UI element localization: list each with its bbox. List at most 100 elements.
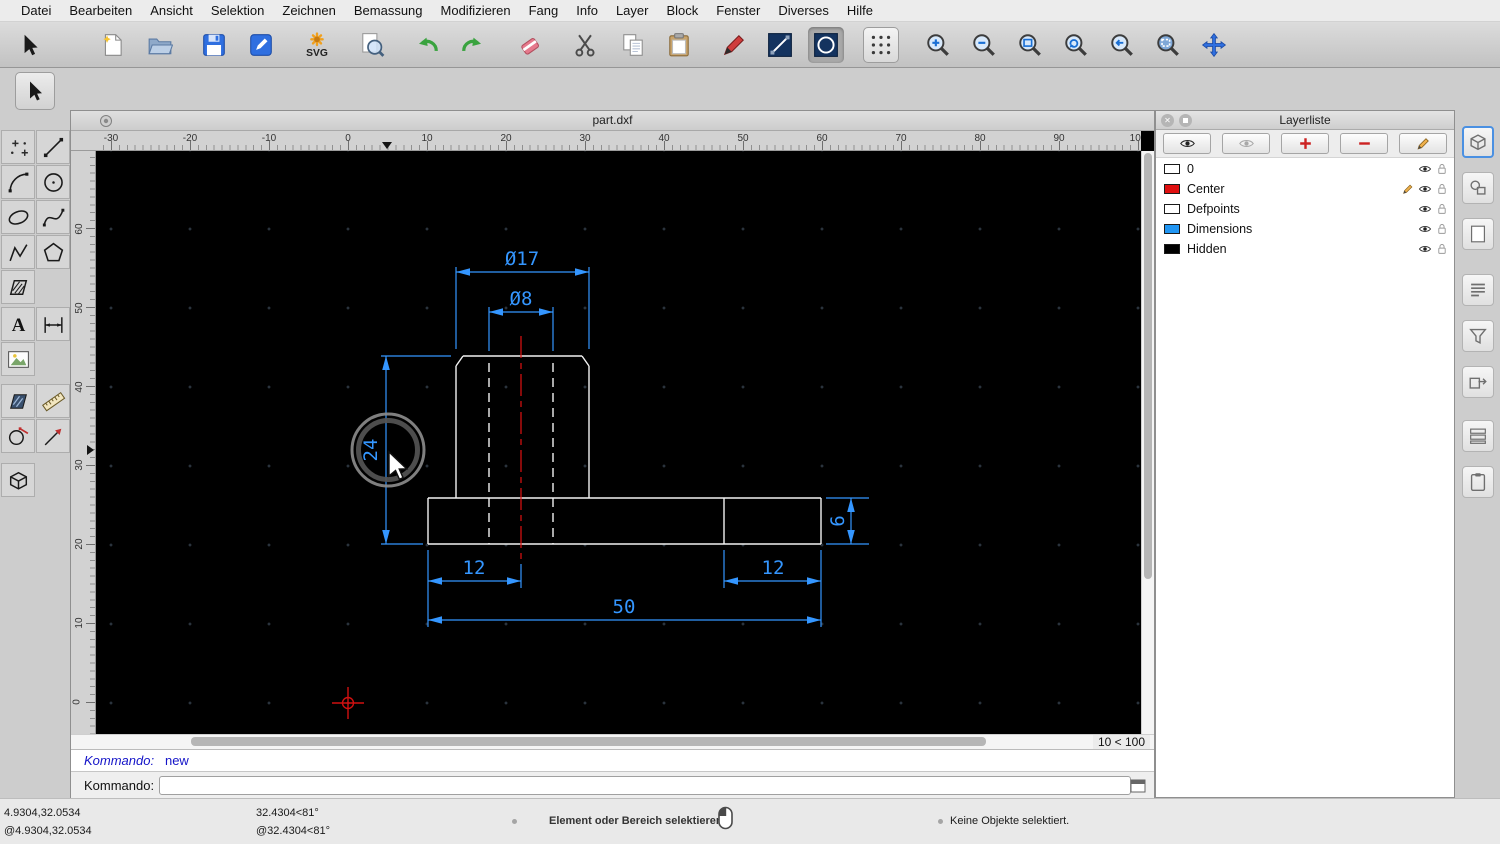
grid-toggle-button[interactable] (863, 27, 899, 63)
menu-item-6[interactable]: Modifizieren (432, 3, 520, 18)
document-titlebar[interactable]: part.dxf (71, 111, 1154, 131)
lock-icon[interactable] (1435, 202, 1449, 216)
measure-tools-button[interactable] (36, 384, 70, 418)
command-input[interactable] (159, 776, 1131, 795)
zoom-previous-button[interactable] (1104, 27, 1140, 63)
layer-row-3[interactable]: Dimensions (1156, 219, 1454, 239)
lock-icon[interactable] (1435, 222, 1449, 236)
svg-export-button[interactable]: SVG (299, 27, 335, 63)
selection-pointer-button[interactable] (12, 27, 48, 63)
part-geometry[interactable] (428, 356, 821, 544)
redo-button[interactable] (455, 27, 491, 63)
dimensions[interactable]: Ø17 Ø8 24 6 (360, 248, 869, 627)
toggle-property-editor-button[interactable] (1462, 126, 1494, 158)
menu-item-8[interactable]: Info (567, 3, 607, 18)
arc-tools-button[interactable] (1, 165, 35, 199)
paste-button[interactable] (661, 27, 697, 63)
layer-row-4[interactable]: Hidden (1156, 239, 1454, 259)
toggle-view-list-button[interactable] (1462, 274, 1494, 306)
toggle-sheet-list-button[interactable] (1462, 218, 1494, 250)
zoom-window-button[interactable] (1150, 27, 1186, 63)
toggle-block-list-button[interactable] (1462, 172, 1494, 204)
delete-button[interactable] (512, 27, 548, 63)
save-as-button[interactable] (243, 27, 279, 63)
fill-tool-button[interactable] (1, 384, 35, 418)
menu-item-1[interactable]: Bearbeiten (60, 3, 141, 18)
hatch-tool-button[interactable] (1, 270, 35, 304)
layer-row-1[interactable]: Center (1156, 179, 1454, 199)
eye-icon[interactable] (1418, 182, 1432, 196)
lock-icon[interactable] (1435, 242, 1449, 256)
layer-row-icons (1418, 222, 1454, 236)
shape-tools-button[interactable] (1, 419, 35, 453)
line-attributes-button[interactable] (762, 27, 798, 63)
zoom-auto-button[interactable] (1012, 27, 1048, 63)
ellipse-tools-button[interactable] (1, 200, 35, 234)
save-document-button[interactable] (196, 27, 232, 63)
info-tools-button[interactable] (36, 419, 70, 453)
menu-item-9[interactable]: Layer (607, 3, 658, 18)
undo-button[interactable] (409, 27, 445, 63)
print-preview-button[interactable] (354, 27, 390, 63)
viewport-tools-button[interactable] (1, 463, 35, 497)
eye-icon[interactable] (1418, 222, 1432, 236)
show-all-layers-button[interactable] (1163, 133, 1211, 154)
lock-icon[interactable] (1435, 162, 1449, 176)
menu-item-7[interactable]: Fang (520, 3, 568, 18)
undo-arrow-icon (414, 32, 440, 58)
horizontal-scrollbar-thumb[interactable] (191, 737, 986, 746)
pan-button[interactable] (1196, 27, 1232, 63)
circle-tools-button[interactable] (36, 165, 70, 199)
toggle-command-history-button[interactable] (1462, 420, 1494, 452)
open-document-button[interactable] (142, 27, 178, 63)
eye-icon[interactable] (1418, 242, 1432, 256)
add-layer-button[interactable] (1281, 133, 1329, 154)
toggle-clipboard-panel-button[interactable] (1462, 466, 1494, 498)
eye-icon[interactable] (1418, 162, 1432, 176)
menu-item-3[interactable]: Selektion (202, 3, 273, 18)
dimension-tools-button[interactable] (36, 307, 70, 341)
lock-icon[interactable] (1435, 182, 1449, 196)
polygon-tools-button[interactable] (36, 235, 70, 269)
command-options-icon[interactable] (1129, 778, 1147, 794)
hide-all-layers-button[interactable] (1222, 133, 1270, 154)
menu-item-0[interactable]: Datei (12, 3, 60, 18)
new-document-button[interactable] (95, 27, 131, 63)
pencil-icon[interactable] (1401, 182, 1415, 196)
image-tool-button[interactable] (1, 342, 35, 376)
layer-row-0[interactable]: 0 (1156, 159, 1454, 179)
eye-icon[interactable] (1418, 202, 1432, 216)
vertical-scrollbar[interactable] (1141, 151, 1154, 734)
cut-button[interactable] (567, 27, 603, 63)
zoom-redraw-button[interactable] (1058, 27, 1094, 63)
toggle-selection-filter-button[interactable] (1462, 320, 1494, 352)
copy-button[interactable] (615, 27, 651, 63)
drawing-canvas[interactable]: Ø17 Ø8 24 6 (96, 151, 1141, 734)
polyline-tools-button[interactable] (1, 235, 35, 269)
menu-item-10[interactable]: Block (657, 3, 707, 18)
menu-item-13[interactable]: Hilfe (838, 3, 882, 18)
menu-item-12[interactable]: Diverses (769, 3, 838, 18)
selection-tool-button[interactable] (15, 72, 55, 110)
horizontal-ruler: -30-20-100102030405060708090100 (96, 131, 1141, 151)
menu-item-5[interactable]: Bemassung (345, 3, 432, 18)
line-tools-button[interactable] (36, 130, 70, 164)
menu-item-2[interactable]: Ansicht (141, 3, 202, 18)
zoom-in-button[interactable] (920, 27, 956, 63)
remove-layer-button[interactable] (1340, 133, 1388, 154)
pen-color-button[interactable] (716, 27, 752, 63)
menu-item-4[interactable]: Zeichnen (273, 3, 344, 18)
horizontal-scrollbar[interactable]: 10 < 100 (71, 734, 1154, 749)
vertical-scrollbar-thumb[interactable] (1144, 153, 1152, 579)
polar-coordinates: 32.4304<81° (256, 807, 319, 819)
command-history-entry: new (165, 753, 189, 768)
layer-row-2[interactable]: Defpoints (1156, 199, 1454, 219)
zoom-out-button[interactable] (966, 27, 1002, 63)
toggle-library-browser-button[interactable] (1462, 366, 1494, 398)
spline-tools-button[interactable] (36, 200, 70, 234)
menu-item-11[interactable]: Fenster (707, 3, 769, 18)
snap-tools-button[interactable] (1, 130, 35, 164)
edit-layer-button[interactable] (1399, 133, 1447, 154)
circle-attributes-button[interactable] (808, 27, 844, 63)
text-tool-button[interactable]: A (1, 307, 35, 341)
